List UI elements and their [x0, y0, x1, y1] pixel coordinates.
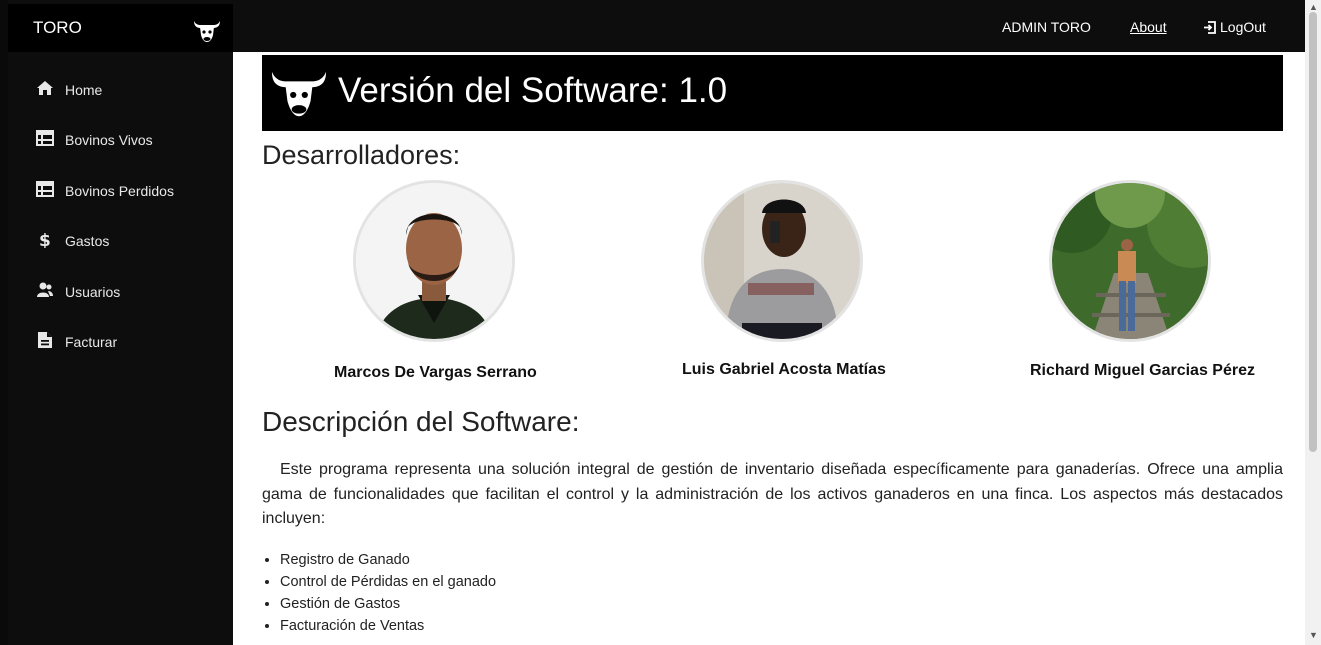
sidebar-item-bovinos-vivos[interactable]: Bovinos Vivos [8, 114, 233, 164]
developer-card: Richard Miguel Garcias Pérez [1030, 180, 1255, 380]
sidebar: TORO Home Bovinos Vivos Bovinos Perdidos… [8, 0, 233, 645]
top-navbar: ADMIN TORO About LogOut [233, 0, 1305, 52]
sidebar-item-facturar[interactable]: Facturar [8, 316, 233, 366]
brand-name: TORO [33, 18, 82, 37]
logout-button[interactable]: LogOut [1203, 19, 1266, 35]
developers-heading: Desarrolladores: [262, 140, 461, 170]
about-link[interactable]: About [1130, 19, 1167, 35]
list-item: Control de Pérdidas en el ganado [280, 571, 496, 593]
avatar [701, 180, 863, 342]
table-list-icon [36, 180, 54, 198]
scrollbar-thumb[interactable] [1309, 12, 1317, 452]
avatar [1049, 180, 1211, 342]
sidebar-item-label: Home [65, 82, 103, 98]
sidebar-item-usuarios[interactable]: Usuarios [8, 266, 233, 316]
sidebar-item-home[interactable]: Home [8, 64, 233, 114]
bull-icon [192, 18, 222, 49]
developer-name: Richard Miguel Garcias Pérez [1030, 362, 1255, 379]
sidebar-item-gastos[interactable]: $ Gastos [8, 215, 233, 265]
users-icon [36, 281, 54, 299]
logout-icon [1204, 21, 1216, 34]
developer-name: Marcos De Vargas Serrano [334, 364, 537, 381]
table-list-icon [36, 129, 54, 147]
scroll-up-icon[interactable]: ▲ [1309, 2, 1318, 12]
sidebar-item-label: Facturar [65, 333, 118, 350]
description-heading: Descripción del Software: [262, 406, 580, 437]
sidebar-item-label: Bovinos Vivos [65, 132, 153, 149]
sidebar-item-label: Usuarios [65, 283, 121, 300]
sidebar-item-label: Gastos [65, 233, 110, 250]
developer-name: Luis Gabriel Acosta Matías [682, 361, 886, 378]
list-item: Facturación de Ventas [280, 615, 496, 637]
logout-label: LogOut [1220, 19, 1266, 35]
sidebar-item-label: Bovinos Perdidos [65, 182, 174, 199]
feature-list: Registro de Ganado Control de Pérdidas e… [280, 549, 496, 637]
version-banner: Versión del Software: 1.0 [262, 55, 1283, 131]
current-user-label: ADMIN TORO [1002, 19, 1091, 35]
sidebar-item-bovinos-perdidos[interactable]: Bovinos Perdidos [8, 165, 233, 215]
sidebar-nav: Home Bovinos Vivos Bovinos Perdidos $ Ga… [8, 64, 233, 366]
scroll-down-icon[interactable]: ▼ [1309, 630, 1318, 640]
home-icon [36, 79, 54, 97]
main-content: Versión del Software: 1.0 Desarrolladore… [233, 52, 1305, 645]
page-scrollbar[interactable]: ▲ ▼ [1305, 0, 1321, 645]
svg-text:$: $ [39, 231, 51, 248]
window-frame [0, 0, 8, 645]
description-paragraph: Este programa representa una solución in… [262, 461, 1283, 527]
list-item: Gestión de Gastos [280, 593, 496, 615]
bull-icon [270, 67, 328, 124]
avatar [353, 180, 515, 342]
invoice-icon [36, 331, 54, 349]
brand[interactable]: TORO [8, 4, 233, 52]
list-item: Registro de Ganado [280, 549, 496, 571]
page-title: Versión del Software: 1.0 [338, 71, 728, 110]
dollar-icon: $ [36, 230, 54, 251]
developer-card: Marcos De Vargas Serrano [334, 180, 537, 382]
developer-card: Luis Gabriel Acosta Matías [682, 180, 886, 379]
